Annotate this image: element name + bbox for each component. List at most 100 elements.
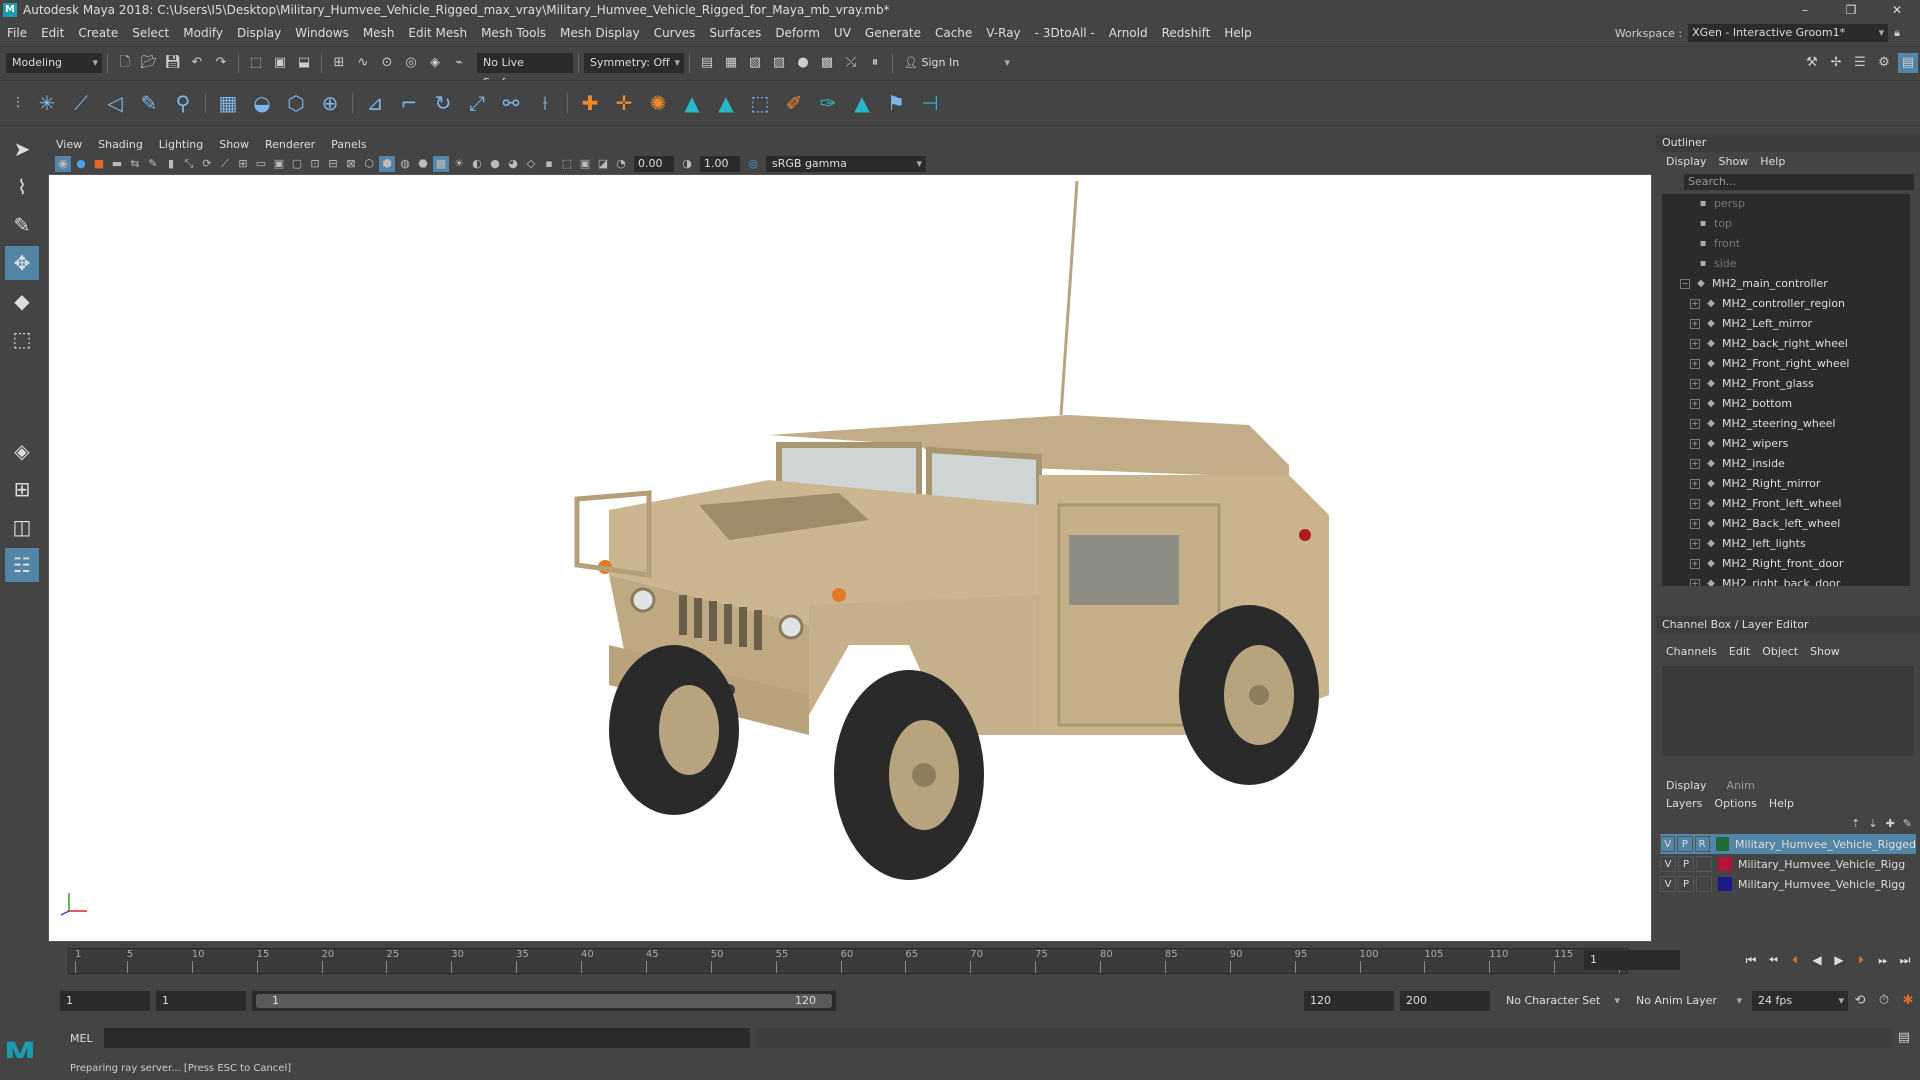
panel-menu-show[interactable]: Show	[211, 138, 257, 151]
layer-color-swatch[interactable]	[1715, 837, 1729, 851]
mirror-weights-icon[interactable]: ✑	[814, 89, 842, 117]
layer-name[interactable]: Military_Humvee_Vehicle_Rigg	[1738, 858, 1905, 871]
menu-edit-mesh[interactable]: Edit Mesh	[401, 26, 474, 40]
empty-slot-icon[interactable]: ⬚	[746, 89, 774, 117]
select-camera-icon[interactable]: ◉	[55, 156, 71, 172]
expand-icon[interactable]: +	[1690, 579, 1700, 586]
safe-action-icon[interactable]: ⊟	[325, 156, 341, 172]
layer-name[interactable]: Military_Humvee_Vehicle_Rigged	[1735, 838, 1916, 851]
copy-weights-icon[interactable]: ▲	[848, 89, 876, 117]
gate-mask-icon[interactable]: ▢	[289, 156, 305, 172]
expand-icon[interactable]: +	[1690, 399, 1700, 409]
snap-point-icon[interactable]: ⊙	[377, 53, 397, 73]
expand-icon[interactable]: +	[1690, 359, 1700, 369]
single-view-icon[interactable]: ◈	[5, 434, 39, 468]
outliner-view-icon[interactable]: ☷	[5, 548, 39, 582]
bookmarks-icon[interactable]: ■	[91, 156, 107, 172]
paint-weights-icon[interactable]: ✐	[780, 89, 808, 117]
live-surface-field[interactable]: No Live Surface	[477, 52, 573, 93]
outliner-item[interactable]: + ◆ MH2_steering_wheel	[1662, 414, 1910, 434]
expand-icon[interactable]: +	[1690, 519, 1700, 529]
menu-windows[interactable]: Windows	[288, 26, 356, 40]
use-lights-icon[interactable]: ☀	[451, 156, 467, 172]
resolution-gate-icon[interactable]: ▣	[271, 156, 287, 172]
exposure-field[interactable]: 0.00	[634, 156, 674, 172]
play-backwards-icon[interactable]: ◀	[1806, 950, 1828, 970]
menu-deform[interactable]: Deform	[768, 26, 827, 40]
close-button[interactable]: ✕	[1874, 0, 1920, 20]
range-handle[interactable]	[256, 994, 832, 1008]
outliner-item[interactable]: + ◆ MH2_wipers	[1662, 434, 1910, 454]
vray-render-icon[interactable]: ▩	[817, 53, 837, 73]
menu-modify[interactable]: Modify	[176, 26, 230, 40]
workspace-dropdown[interactable]: XGen - Interactive Groom1*	[1688, 24, 1889, 42]
anim-layer-dropdown[interactable]: No Anim Layer	[1630, 991, 1746, 1011]
create-joint-icon[interactable]: ✳	[33, 89, 61, 117]
outliner-camera-side[interactable]: ▪ side	[1662, 254, 1910, 274]
two-d-pan-icon[interactable]: ⇆	[127, 156, 143, 172]
expand-icon[interactable]: +	[1690, 299, 1700, 309]
dolly-icon[interactable]: ⟋	[217, 156, 233, 172]
gamma-field[interactable]: 1.00	[700, 156, 740, 172]
ipr-render-icon[interactable]: ▧	[745, 53, 765, 73]
outliner-item[interactable]: + ◆ MH2_Back_left_wheel	[1662, 514, 1910, 534]
menu-create[interactable]: Create	[71, 26, 125, 40]
motion-blur-icon[interactable]: ◕	[505, 156, 521, 172]
snap-grid-icon[interactable]: ⊞	[329, 53, 349, 73]
snap-view-icon[interactable]: ◎	[401, 53, 421, 73]
grease-pencil-icon[interactable]: ✎	[145, 156, 161, 172]
point-constraint-icon[interactable]: ⊿	[361, 89, 389, 117]
expand-icon[interactable]: +	[1690, 539, 1700, 549]
outliner-item[interactable]: + ◆ MH2_right_back_door	[1662, 574, 1910, 586]
outliner-root-item[interactable]: − ◆ MH2_main_controller	[1662, 274, 1910, 294]
outliner-item[interactable]: + ◆ MH2_left_lights	[1662, 534, 1910, 554]
panel-menu-shading[interactable]: Shading	[90, 138, 151, 151]
ik-spline-icon[interactable]: ◁	[101, 89, 129, 117]
step-back-key-icon[interactable]: ⏪︎	[1762, 950, 1784, 970]
menu-vray[interactable]: V-Ray	[979, 26, 1027, 40]
humanik-icon[interactable]: ⚲	[169, 89, 197, 117]
expand-icon[interactable]: +	[1690, 339, 1700, 349]
vfb-icon[interactable]: ⤯	[841, 53, 861, 73]
xray-joints-icon[interactable]: ▣	[577, 156, 593, 172]
menu-set-dropdown[interactable]: Modeling	[6, 52, 102, 73]
camera-move-icon[interactable]: ⤡	[181, 156, 197, 172]
shelf-options-icon[interactable]: ⋮	[8, 93, 28, 113]
gamma-icon[interactable]: ◑	[679, 156, 695, 172]
modeling-toolkit-icon[interactable]: ⚒	[1802, 53, 1822, 73]
menu-generate[interactable]: Generate	[858, 26, 928, 40]
select-by-component-icon[interactable]: ⬓	[294, 53, 314, 73]
layer-playback-toggle[interactable]: P	[1677, 836, 1693, 852]
locator-icon[interactable]: ✚	[576, 89, 604, 117]
set-key-icon[interactable]: ⚑	[882, 89, 910, 117]
layer-row[interactable]: V P R Military_Humvee_Vehicle_Rigged	[1660, 834, 1916, 854]
fps-dropdown[interactable]: 24 fps	[1752, 991, 1848, 1011]
add-influence-icon[interactable]: ✛	[610, 89, 638, 117]
outliner-item[interactable]: + ◆ MH2_Front_glass	[1662, 374, 1910, 394]
symmetry-dropdown[interactable]: Symmetry: Off	[584, 52, 684, 73]
grid-icon[interactable]: ⊞	[235, 156, 251, 172]
sculpt-deformer-icon[interactable]: ◒	[248, 89, 276, 117]
character-icon[interactable]: ✺	[644, 89, 672, 117]
panel-menu-lighting[interactable]: Lighting	[151, 138, 211, 151]
select-by-object-icon[interactable]: ▣	[270, 53, 290, 73]
range-bar[interactable]: 1 120	[252, 991, 836, 1011]
expand-icon[interactable]: +	[1690, 479, 1700, 489]
attribute-editor-icon[interactable]: ☰	[1850, 53, 1870, 73]
outliner-item[interactable]: + ◆ MH2_Front_left_wheel	[1662, 494, 1910, 514]
expand-icon[interactable]: +	[1690, 459, 1700, 469]
shadows-icon[interactable]: ◐	[469, 156, 485, 172]
scene-start-field[interactable]: 1	[60, 991, 150, 1011]
step-back-frame-icon[interactable]: ⏴︎	[1784, 950, 1806, 970]
camera-attributes-icon[interactable]: ●	[73, 156, 89, 172]
menu-cache[interactable]: Cache	[928, 26, 979, 40]
channel-menu-show[interactable]: Show	[1804, 645, 1846, 658]
select-by-hierarchy-icon[interactable]: ⬚	[246, 53, 266, 73]
render-settings-icon[interactable]: ▨	[769, 53, 789, 73]
collapse-icon[interactable]: −	[1680, 279, 1690, 289]
script-language-label[interactable]: MEL	[48, 1032, 93, 1045]
depth-of-field-icon[interactable]: ▪	[541, 156, 557, 172]
open-scene-icon[interactable]: 📂︎	[139, 53, 159, 73]
undo-icon[interactable]: ↶	[187, 53, 207, 73]
xray-icon[interactable]: ▩	[433, 156, 449, 172]
